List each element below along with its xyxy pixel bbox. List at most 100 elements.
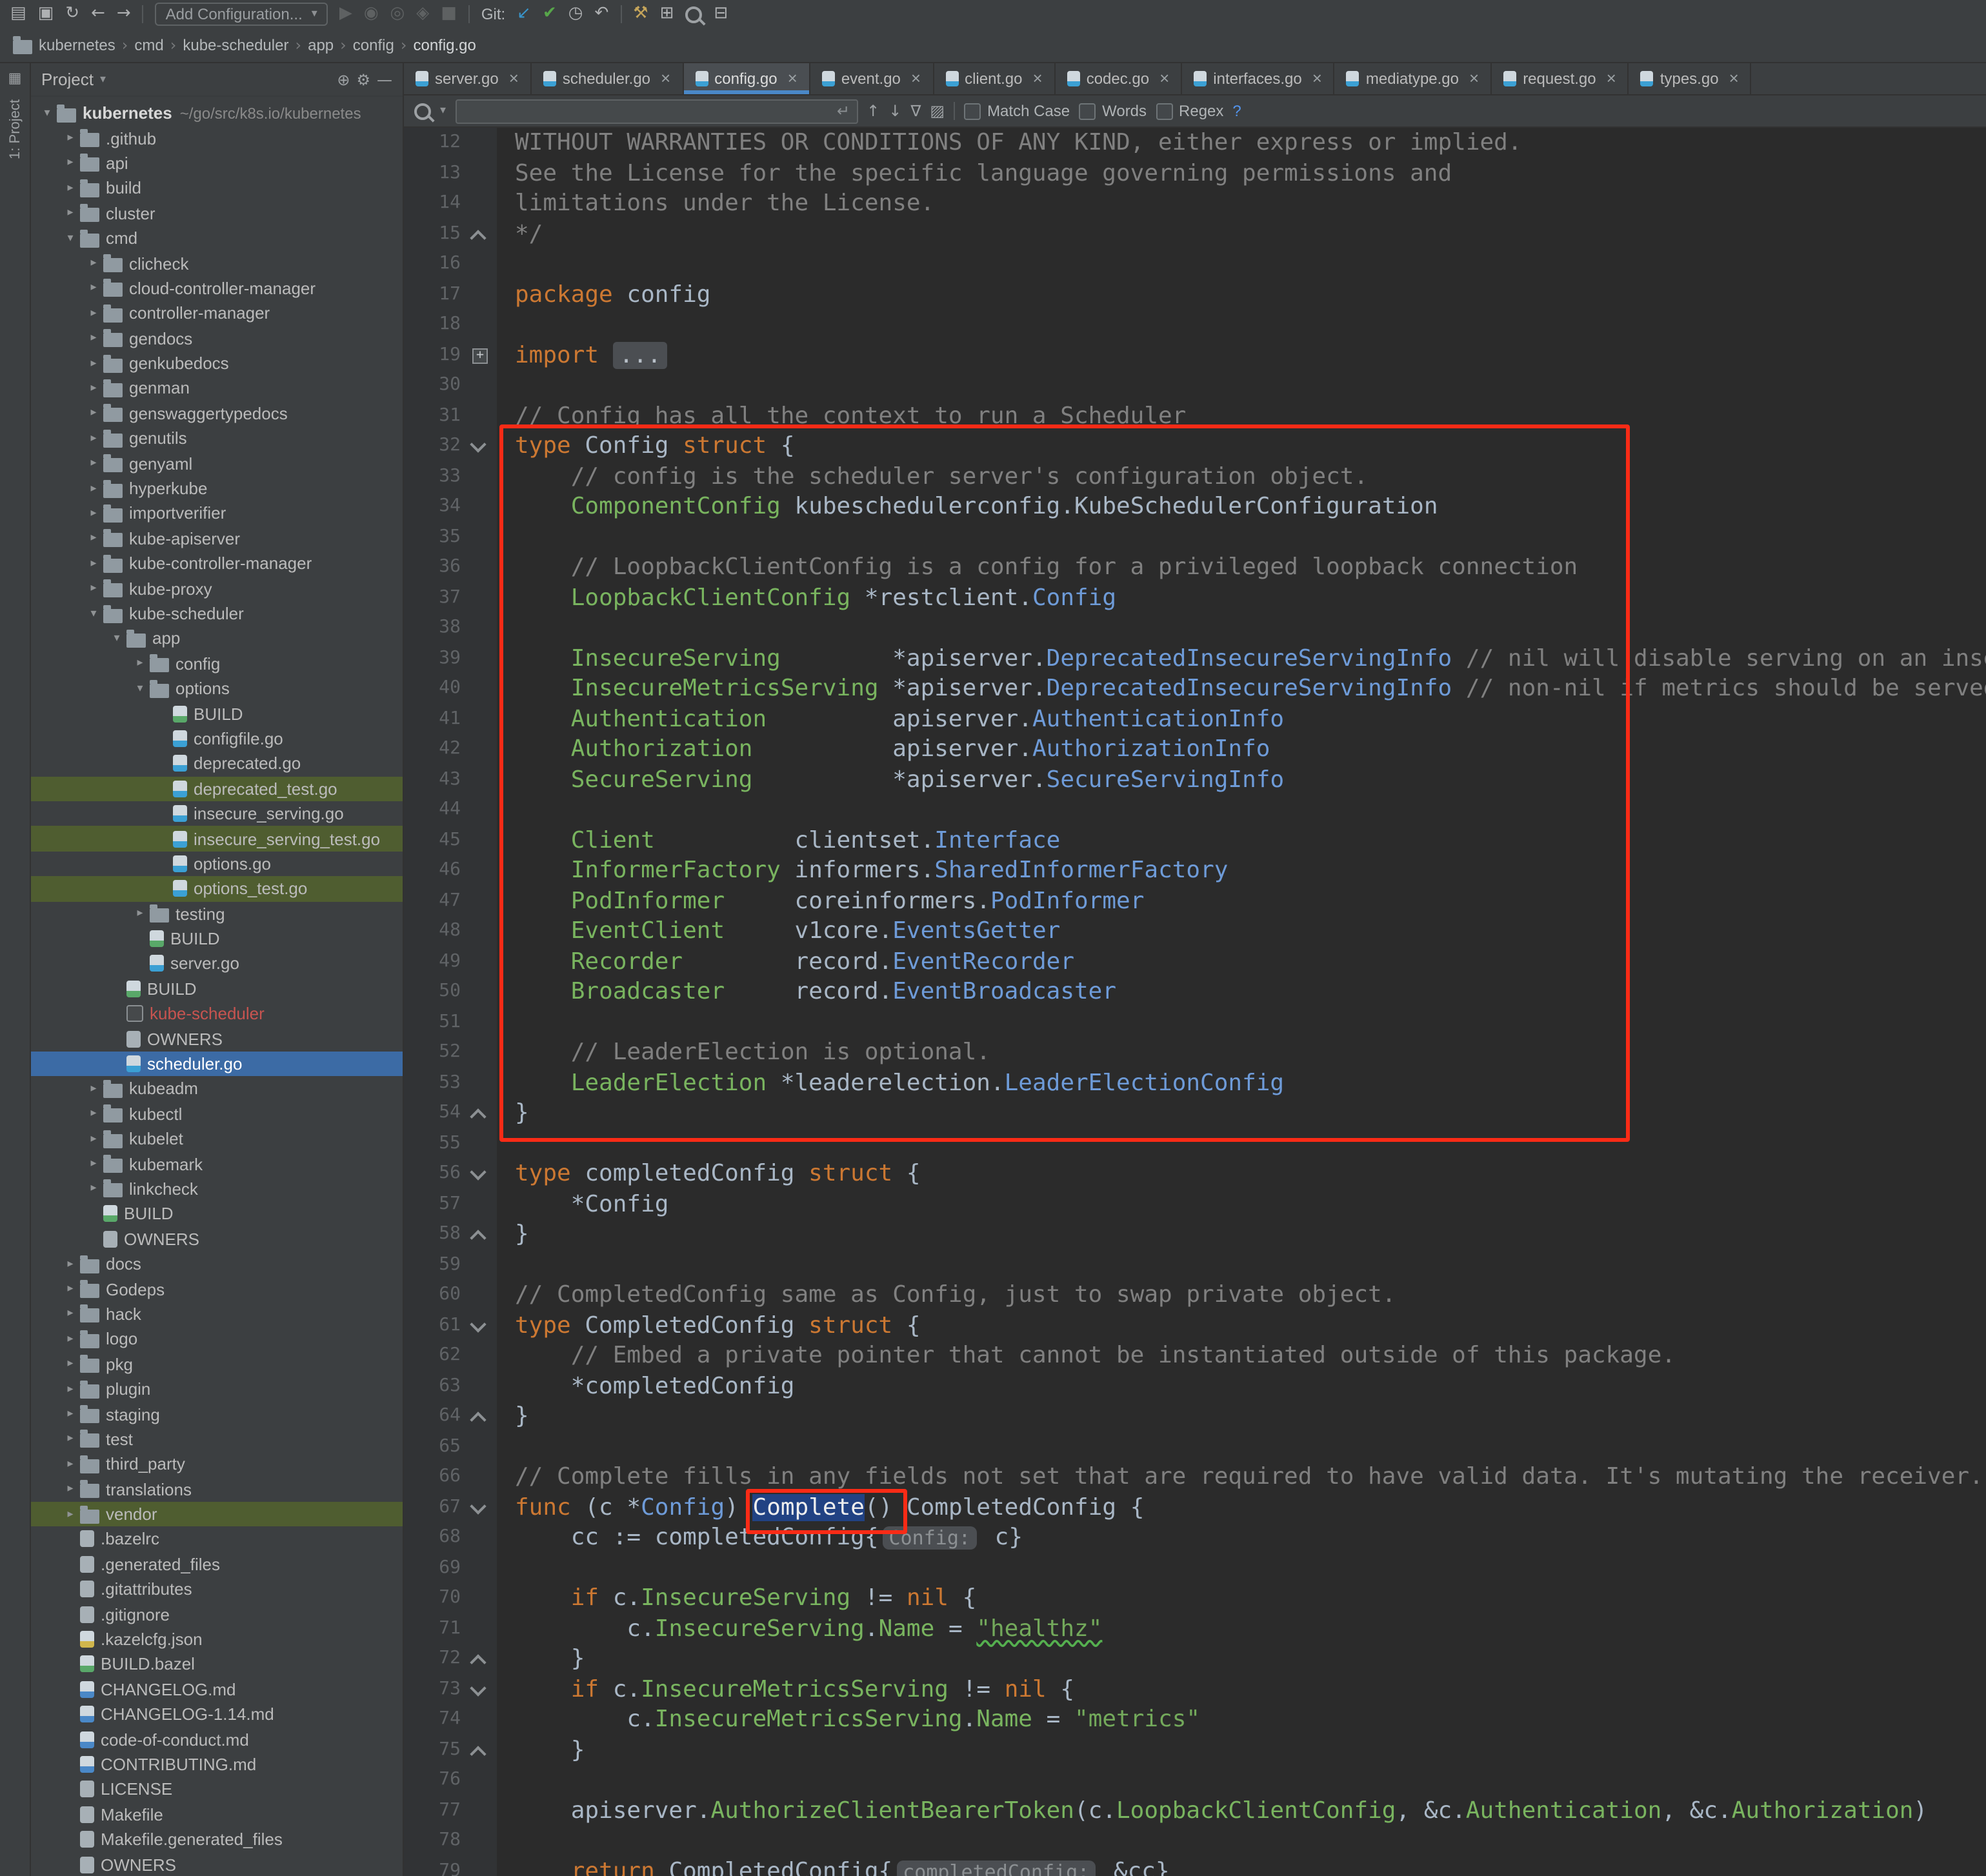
profiler-icon[interactable]: ◈ (416, 0, 429, 28)
tree-item-kube-proxy[interactable]: ▸kube-proxy (31, 576, 403, 601)
code-editor[interactable]: 12WITHOUT WARRANTIES OR CONDITIONS OF AN… (404, 128, 1986, 1876)
project-tool-window-icon[interactable]: ▦ (8, 70, 22, 86)
fold-down-icon[interactable] (470, 436, 486, 452)
editor-tab-types-go[interactable]: types.go× (1629, 63, 1752, 94)
tree-item-changelog-md[interactable]: CHANGELOG.md (31, 1677, 403, 1702)
project-stripe-label[interactable]: 1: Project (7, 99, 23, 159)
chevron-expanded-icon[interactable]: ▾ (39, 106, 55, 119)
chevron-expanded-icon[interactable]: ▾ (132, 682, 148, 695)
tree-item-license[interactable]: LICENSE (31, 1777, 403, 1802)
tree-item-kube-controller-manager[interactable]: ▸kube-controller-manager (31, 551, 403, 576)
breadcrumb-item-cmd[interactable]: cmd (134, 36, 163, 54)
search-input[interactable] (463, 101, 832, 121)
tree-item-generated-files[interactable]: .generated_files (31, 1552, 403, 1577)
stop-icon[interactable]: ■ (441, 0, 457, 28)
tree-item-bazelrc[interactable]: .bazelrc (31, 1527, 403, 1552)
tree-item-kubernetes[interactable]: ▾kubernetes~/go/src/k8s.io/kubernetes (31, 101, 403, 126)
regex-help-link[interactable]: ? (1232, 102, 1241, 120)
tree-item-genkubedocs[interactable]: ▸genkubedocs (31, 351, 403, 376)
chevron-collapsed-icon[interactable]: ▸ (85, 532, 102, 545)
tree-item-cluster[interactable]: ▸cluster (31, 201, 403, 226)
tree-item-config[interactable]: ▸config (31, 651, 403, 676)
fold-end-icon[interactable] (470, 1654, 486, 1670)
tree-item-options[interactable]: ▾options (31, 676, 403, 701)
project-panel-title[interactable]: Project (41, 70, 94, 89)
tree-item-insecure-serving-go[interactable]: insecure_serving.go (31, 801, 403, 826)
chevron-collapsed-icon[interactable]: ▸ (62, 1282, 79, 1295)
tree-item-app[interactable]: ▾app (31, 626, 403, 651)
tree-item-vendor[interactable]: ▸vendor (31, 1502, 403, 1527)
breadcrumb-item-app[interactable]: app (308, 36, 334, 54)
chevron-collapsed-icon[interactable]: ▸ (62, 1257, 79, 1270)
tab-close-icon[interactable]: × (1159, 72, 1169, 85)
tree-item-linkcheck[interactable]: ▸linkcheck (31, 1177, 403, 1202)
previous-occurrence-icon[interactable]: ↑ (867, 102, 879, 120)
chevron-expanded-icon[interactable]: ▾ (85, 607, 102, 620)
words-checkbox[interactable] (1079, 103, 1096, 119)
open-project-icon[interactable]: ▤ (10, 0, 26, 28)
chevron-collapsed-icon[interactable]: ▸ (62, 1433, 79, 1446)
chevron-collapsed-icon[interactable]: ▸ (62, 1308, 79, 1321)
fold-end-icon[interactable] (470, 1412, 486, 1428)
chevron-collapsed-icon[interactable]: ▸ (85, 557, 102, 570)
tree-item-genman[interactable]: ▸genman (31, 376, 403, 401)
editor-tab-request-go[interactable]: request.go× (1492, 63, 1629, 94)
chevron-collapsed-icon[interactable]: ▸ (62, 1482, 79, 1495)
tree-item-build[interactable]: ▸build (31, 175, 403, 201)
debug-icon[interactable]: ◉ (364, 0, 379, 28)
git-update-icon[interactable]: ↙ (517, 0, 531, 28)
editor-tab-interfaces-go[interactable]: interfaces.go× (1182, 63, 1335, 94)
tree-item-configfile-go[interactable]: configfile.go (31, 726, 403, 752)
run-anything-icon[interactable]: ⊞ (660, 0, 674, 28)
tool-windows-icon[interactable]: ⊟ (714, 0, 728, 28)
tree-item-build[interactable]: BUILD (31, 926, 403, 952)
sync-icon[interactable]: ↻ (65, 0, 79, 28)
breadcrumb-item-config-go[interactable]: config.go (413, 36, 476, 54)
back-icon[interactable]: ← (91, 0, 105, 28)
tree-item-hyperkube[interactable]: ▸hyperkube (31, 476, 403, 501)
tree-item-github[interactable]: ▸.github (31, 126, 403, 151)
editor-tab-server-go[interactable]: server.go× (404, 63, 532, 94)
tree-item-build[interactable]: BUILD (31, 976, 403, 1001)
git-commit-icon[interactable]: ✔ (543, 0, 557, 28)
chevron-collapsed-icon[interactable]: ▸ (85, 457, 102, 470)
tab-close-icon[interactable]: × (1607, 72, 1616, 85)
chevron-collapsed-icon[interactable]: ▸ (62, 157, 79, 170)
tree-item-translations[interactable]: ▸translations (31, 1477, 403, 1502)
tree-item-importverifier[interactable]: ▸importverifier (31, 501, 403, 526)
tree-item-contributing-md[interactable]: CONTRIBUTING.md (31, 1752, 403, 1777)
tree-item-kazelcfg-json[interactable]: .kazelcfg.json (31, 1627, 403, 1652)
chevron-collapsed-icon[interactable]: ▸ (85, 507, 102, 520)
tree-item-hack[interactable]: ▸hack (31, 1302, 403, 1327)
tree-item-server-go[interactable]: server.go (31, 952, 403, 977)
tree-item-owners[interactable]: OWNERS (31, 1852, 403, 1876)
match-case-checkbox[interactable] (964, 103, 981, 119)
search-history-chevron-icon[interactable]: ▾ (440, 105, 446, 117)
git-rollback-icon[interactable]: ↶ (594, 0, 608, 28)
save-all-icon[interactable]: ▣ (38, 0, 54, 28)
breadcrumb-item-kubernetes[interactable]: kubernetes (39, 36, 115, 54)
run-icon[interactable]: ▶ (339, 0, 352, 28)
tree-item-makefile-generated-files[interactable]: Makefile.generated_files (31, 1827, 403, 1852)
fold-down-icon[interactable] (470, 1164, 486, 1180)
breadcrumb-item-config[interactable]: config (353, 36, 394, 54)
tree-item-cmd[interactable]: ▾cmd (31, 226, 403, 251)
chevron-collapsed-icon[interactable]: ▸ (85, 407, 102, 420)
tree-item-build[interactable]: BUILD (31, 1201, 403, 1226)
highlight-all-icon[interactable]: ▨ (930, 102, 945, 120)
chevron-collapsed-icon[interactable]: ▸ (62, 1333, 79, 1346)
fold-end-icon[interactable] (470, 229, 486, 245)
tab-close-icon[interactable]: × (788, 72, 797, 85)
fold-down-icon[interactable] (470, 1679, 486, 1695)
editor-tab-scheduler-go[interactable]: scheduler.go× (532, 63, 683, 94)
chevron-down-icon[interactable]: ▾ (100, 73, 106, 86)
fold-down-icon[interactable] (470, 1315, 486, 1332)
chevron-expanded-icon[interactable]: ▾ (62, 232, 79, 244)
chevron-collapsed-icon[interactable]: ▸ (62, 207, 79, 220)
editor-tab-config-go[interactable]: config.go× (683, 63, 810, 94)
tree-item-genyaml[interactable]: ▸genyaml (31, 451, 403, 476)
search-everywhere-icon[interactable] (685, 6, 702, 23)
editor-tab-event-go[interactable]: event.go× (810, 63, 934, 94)
next-occurrence-icon[interactable]: ↓ (888, 102, 901, 120)
tab-close-icon[interactable]: × (1469, 72, 1479, 85)
